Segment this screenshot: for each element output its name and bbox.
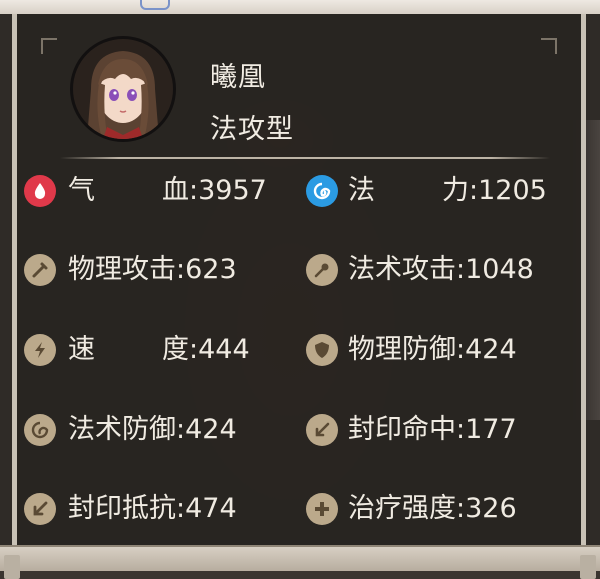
stat-label: 治疗强度:326 xyxy=(348,493,517,524)
scroll-rod-end xyxy=(580,555,596,579)
staff-icon xyxy=(306,254,338,286)
scroll-rod-end xyxy=(4,555,20,579)
stat-label: 气 xyxy=(68,175,95,206)
top-window-edge xyxy=(0,0,600,14)
stat-value: 力:1205 xyxy=(442,175,547,206)
stat-magic-attack: 法术攻击:1048 xyxy=(306,250,576,290)
character-avatar[interactable] xyxy=(70,36,176,142)
stat-label: 法术攻击:1048 xyxy=(348,254,534,285)
stat-physical-defense: 物理防御:424 xyxy=(306,330,576,370)
mana-swirl-icon xyxy=(306,175,338,207)
stat-physical-attack: 物理攻击:623 xyxy=(24,250,294,290)
lightning-icon xyxy=(24,334,56,366)
stat-value: 度:444 xyxy=(162,334,250,365)
arrow-down-left-icon xyxy=(24,493,56,525)
avatar-portrait-icon xyxy=(73,39,173,139)
stat-speed: 速 度:444 xyxy=(24,330,294,370)
stat-hp: 气 血:3957 xyxy=(24,171,294,211)
header-divider xyxy=(60,157,550,159)
stat-seal-hit: 封印命中:177 xyxy=(306,410,576,450)
stat-label: 法 xyxy=(348,175,375,206)
stat-label: 封印命中:177 xyxy=(348,414,517,445)
stat-label: 法术防御:424 xyxy=(68,414,237,445)
stat-label: 速 xyxy=(68,334,95,365)
blood-drop-icon xyxy=(24,175,56,207)
stat-seal-resist: 封印抵抗:474 xyxy=(24,489,294,529)
stat-label: 封印抵抗:474 xyxy=(68,493,237,524)
seal-hit-icon xyxy=(306,414,338,446)
stat-label: 物理防御:424 xyxy=(348,334,517,365)
stat-value: 血:3957 xyxy=(162,175,267,206)
plus-icon xyxy=(306,493,338,525)
stat-magic-defense: 法术防御:424 xyxy=(24,410,294,450)
spiral-icon xyxy=(24,414,56,446)
frame-corner-ornament xyxy=(41,38,57,54)
frame-corner-ornament xyxy=(541,38,557,54)
character-type: 法攻型 xyxy=(210,114,294,145)
ring-icon xyxy=(140,0,170,10)
sword-icon xyxy=(24,254,56,286)
shield-icon xyxy=(306,334,338,366)
stat-mp: 法 力:1205 xyxy=(306,171,566,211)
stat-label: 物理攻击:623 xyxy=(68,254,237,285)
scroll-bottom-rod xyxy=(0,545,600,579)
character-name: 曦凰 xyxy=(210,62,266,93)
stat-healing: 治疗强度:326 xyxy=(306,489,576,529)
